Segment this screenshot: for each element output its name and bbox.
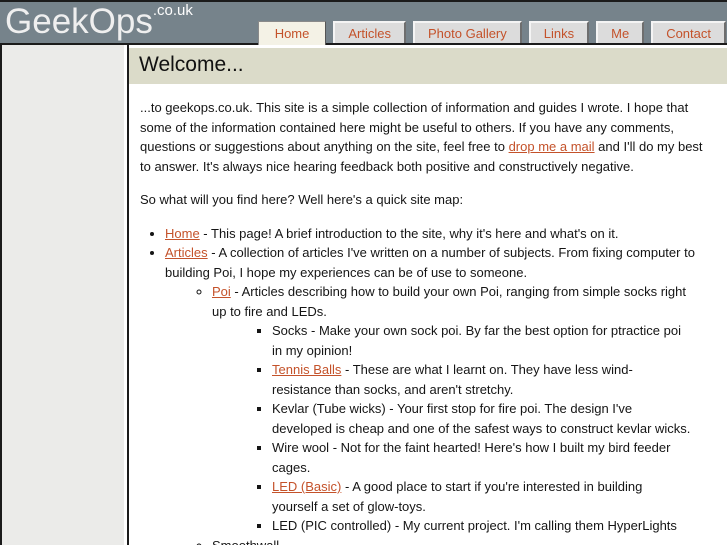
- page-title: Welcome...: [129, 48, 727, 84]
- sitemap-label: Wire wool: [272, 440, 330, 455]
- sitemap-item: SmoothwallDNS stuff - If you run a websi…: [212, 536, 715, 545]
- sitemap-item: Wire wool - Not for the faint hearted! H…: [272, 438, 703, 477]
- sitemap-item: LED (PIC controlled) - My current projec…: [272, 516, 703, 536]
- tab-articles[interactable]: Articles: [333, 21, 406, 43]
- sitemap-item: Tennis Balls - These are what I learnt o…: [272, 360, 703, 399]
- sitemap-item: Poi - Articles describing how to build y…: [212, 282, 715, 536]
- sitemap-item: LED (Basic) - A good place to start if y…: [272, 477, 703, 516]
- tab-me[interactable]: Me: [596, 21, 645, 43]
- header-divider: [0, 43, 727, 45]
- main-nav: Home Articles Photo Gallery Links Me Contact: [251, 21, 726, 45]
- site-logo: GeekOps.co.uk: [5, 2, 193, 42]
- sitemap-label: Socks: [272, 323, 308, 338]
- tab-photo-gallery[interactable]: Photo Gallery: [413, 21, 522, 43]
- sitemap-link-home[interactable]: Home: [165, 226, 200, 241]
- sitemap-item: Socks - Make your own sock poi. By far t…: [272, 321, 703, 360]
- sitemap-label: LED (PIC controlled): [272, 518, 392, 533]
- sitemap-list: Home - This page! A brief introduction t…: [129, 224, 727, 545]
- tab-contact[interactable]: Contact: [651, 21, 726, 43]
- sitemap-level-2: Poi - Articles describing how to build y…: [165, 282, 715, 545]
- site-header: GeekOps.co.uk Home Articles Photo Gallery L…: [0, 0, 727, 45]
- logo-tld-text: .co.uk: [152, 2, 193, 19]
- sitemap-label: Smoothwall: [212, 537, 280, 545]
- sitemap-link-articles[interactable]: Articles: [165, 245, 208, 260]
- browser-page: GeekOps.co.uk Home Articles Photo Gallery L…: [0, 0, 727, 545]
- sitemap-description: - My current project. I'm calling them H…: [391, 518, 677, 533]
- sitemap-item: Articles - A collection of articles I've…: [165, 243, 727, 545]
- sitemap-link-tennis-balls[interactable]: Tennis Balls: [272, 362, 341, 377]
- main-content: Welcome... ...to geekops.co.uk. This sit…: [127, 45, 727, 545]
- page-body: Welcome... ...to geekops.co.uk. This sit…: [0, 45, 727, 545]
- sitemap-description: - A collection of articles I've written …: [165, 245, 695, 280]
- sitemap-description: - Make your own sock poi. By far the bes…: [272, 323, 681, 358]
- sitemap-description: - Articles describing how to build your …: [212, 284, 686, 319]
- sitemap-link-led-basic-[interactable]: LED (Basic): [272, 479, 341, 494]
- logo-text: GeekOps: [5, 2, 153, 41]
- intro-paragraph: ...to geekops.co.uk. This site is a simp…: [129, 98, 727, 176]
- sitemap-item: Home - This page! A brief introduction t…: [165, 224, 727, 244]
- sitemap-description: - Not for the faint hearted! Here's how …: [272, 440, 671, 475]
- sidebar: [0, 45, 124, 545]
- sitemap-level-3: Socks - Make your own sock poi. By far t…: [212, 321, 703, 536]
- sitemap-intro: So what will you find here? Well here's …: [140, 192, 464, 207]
- tab-home[interactable]: Home: [257, 21, 327, 45]
- sitemap-item: Kevlar (Tube wicks) - Your first stop fo…: [272, 399, 703, 438]
- tab-links[interactable]: Links: [528, 21, 590, 43]
- sitemap-label: Kevlar (Tube wicks): [272, 401, 386, 416]
- sitemap-link-poi[interactable]: Poi: [212, 284, 231, 299]
- sitemap-level-1: Home - This page! A brief introduction t…: [129, 224, 727, 545]
- sitemap-description: - This page! A brief introduction to the…: [199, 225, 619, 241]
- drop-me-a-mail-link[interactable]: drop me a mail: [509, 139, 595, 154]
